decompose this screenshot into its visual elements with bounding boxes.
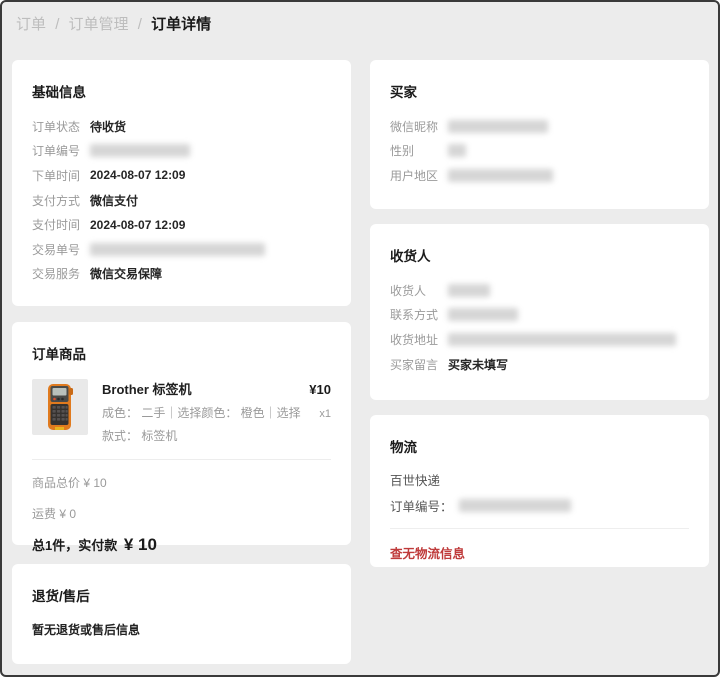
- after-sale-title: 退货/售后: [32, 585, 331, 605]
- gender-label: 性别: [390, 142, 448, 159]
- order-status-label: 订单状态: [32, 118, 90, 135]
- order-time-row: 下单时间 2024-08-07 12:09: [32, 163, 331, 188]
- payment-time-label: 支付时间: [32, 216, 90, 233]
- logistics-card: 物流 百世快递 订单编号： 查无物流信息: [370, 415, 709, 567]
- breadcrumb-orders[interactable]: 订单: [16, 16, 46, 33]
- product-name: Brother 标签机: [102, 379, 192, 398]
- payment-method-row: 支付方式 微信支付: [32, 188, 331, 213]
- product-image: [32, 379, 88, 435]
- shipping-address-label: 收货地址: [390, 331, 448, 348]
- subtotal-line: 商品总价 ¥ 10: [32, 474, 331, 491]
- buyer-title: 买家: [390, 81, 689, 101]
- no-logistics-info-link[interactable]: 查无物流信息: [390, 543, 465, 562]
- breadcrumb-separator: /: [138, 16, 142, 33]
- breadcrumb-separator: /: [55, 16, 59, 33]
- order-time-value: 2024-08-07 12:09: [90, 168, 185, 182]
- tracking-number-redacted-value: [459, 499, 571, 512]
- recipient-name-label: 收货人: [390, 282, 448, 299]
- order-number-redacted-value: [90, 144, 190, 157]
- wechat-nickname-redacted-value: [448, 120, 548, 133]
- payment-method-label: 支付方式: [32, 192, 90, 209]
- shipping-fee-line: 运费 ¥ 0: [32, 505, 331, 522]
- buyer-card: 买家 微信昵称 性别 用户地区: [370, 60, 709, 209]
- breadcrumb-current-order-detail: 订单详情: [151, 16, 211, 33]
- recipient-title: 收货人: [390, 245, 689, 265]
- basic-info-title: 基础信息: [32, 81, 331, 101]
- breadcrumb-order-management[interactable]: 订单管理: [69, 16, 129, 33]
- transaction-number-row: 交易单号: [32, 237, 331, 262]
- basic-info-rows: 订单状态 待收货 订单编号 下单时间 2024-08-07 12:09 支付方式…: [32, 114, 331, 286]
- total-amount: ¥ 10: [124, 535, 157, 554]
- product-price: ¥10: [309, 382, 331, 397]
- contact-redacted-value: [448, 308, 518, 321]
- recipient-name-row: 收货人: [390, 278, 689, 303]
- transaction-service-value: 微信交易保障: [90, 265, 162, 282]
- order-items-divider: [32, 459, 331, 460]
- transaction-service-label: 交易服务: [32, 265, 90, 282]
- contact-row: 联系方式: [390, 303, 689, 328]
- payment-method-value: 微信支付: [90, 192, 138, 209]
- payment-time-value: 2024-08-07 12:09: [90, 218, 185, 232]
- after-sale-card: 退货/售后 暂无退货或售后信息: [12, 564, 351, 664]
- buyer-rows: 微信昵称 性别 用户地区: [390, 114, 689, 188]
- user-region-label: 用户地区: [390, 167, 448, 184]
- buyer-message-value: 买家未填写: [448, 356, 508, 373]
- recipient-name-redacted-value: [448, 284, 490, 297]
- gender-row: 性别: [390, 139, 689, 164]
- breadcrumb: 订单 / 订单管理 / 订单详情: [16, 13, 211, 34]
- product-info: Brother 标签机 ¥10 成色： 二手｜选择颜色： 橙色｜选择 x1 款式…: [102, 379, 331, 444]
- order-detail-page: 订单 / 订单管理 / 订单详情 基础信息 订单状态 待收货 订单编号 下单时间…: [0, 0, 720, 677]
- basic-info-card: 基础信息 订单状态 待收货 订单编号 下单时间 2024-08-07 12:09…: [12, 60, 351, 306]
- transaction-number-label: 交易单号: [32, 241, 90, 258]
- total-line: 总1件，实付款 ¥ 10: [32, 535, 331, 555]
- order-time-label: 下单时间: [32, 167, 90, 184]
- product-quantity: x1: [319, 408, 331, 420]
- order-number-label: 订单编号: [32, 142, 90, 159]
- after-sale-empty-text: 暂无退货或售后信息: [32, 621, 331, 638]
- product-spec-line2: 款式： 标签机: [102, 427, 331, 444]
- wechat-nickname-row: 微信昵称: [390, 114, 689, 139]
- logistics-title: 物流: [390, 436, 689, 456]
- total-prefix: 总1件，实付款: [32, 538, 117, 553]
- transaction-service-row: 交易服务 微信交易保障: [32, 262, 331, 287]
- transaction-number-redacted-value: [90, 243, 265, 256]
- order-status-value: 待收货: [90, 118, 126, 135]
- gender-redacted-value: [448, 144, 466, 157]
- contact-label: 联系方式: [390, 306, 448, 323]
- payment-time-row: 支付时间 2024-08-07 12:09: [32, 212, 331, 237]
- carrier-name: 百世快递: [390, 470, 689, 489]
- order-status-row: 订单状态 待收货: [32, 114, 331, 139]
- order-items-card: 订单商品: [12, 322, 351, 545]
- wechat-nickname-label: 微信昵称: [390, 118, 448, 135]
- logistics-divider: [390, 528, 689, 529]
- recipient-card: 收货人 收货人 联系方式 收货地址 买家留言 买家未填写: [370, 224, 709, 400]
- buyer-message-label: 买家留言: [390, 356, 448, 373]
- product-spec-line1: 成色： 二手｜选择颜色： 橙色｜选择: [102, 404, 301, 421]
- order-number-row: 订单编号: [32, 139, 331, 164]
- recipient-rows: 收货人 联系方式 收货地址 买家留言 买家未填写: [390, 278, 689, 376]
- tracking-number-row: 订单编号：: [390, 496, 689, 515]
- user-region-row: 用户地区: [390, 163, 689, 188]
- tracking-number-label: 订单编号：: [390, 496, 453, 515]
- shipping-address-row: 收货地址: [390, 327, 689, 352]
- buyer-message-row: 买家留言 买家未填写: [390, 352, 689, 377]
- order-items-title: 订单商品: [32, 343, 331, 363]
- shipping-address-redacted-value: [448, 333, 676, 346]
- product-row: Brother 标签机 ¥10 成色： 二手｜选择颜色： 橙色｜选择 x1 款式…: [32, 379, 331, 444]
- user-region-redacted-value: [448, 169, 553, 182]
